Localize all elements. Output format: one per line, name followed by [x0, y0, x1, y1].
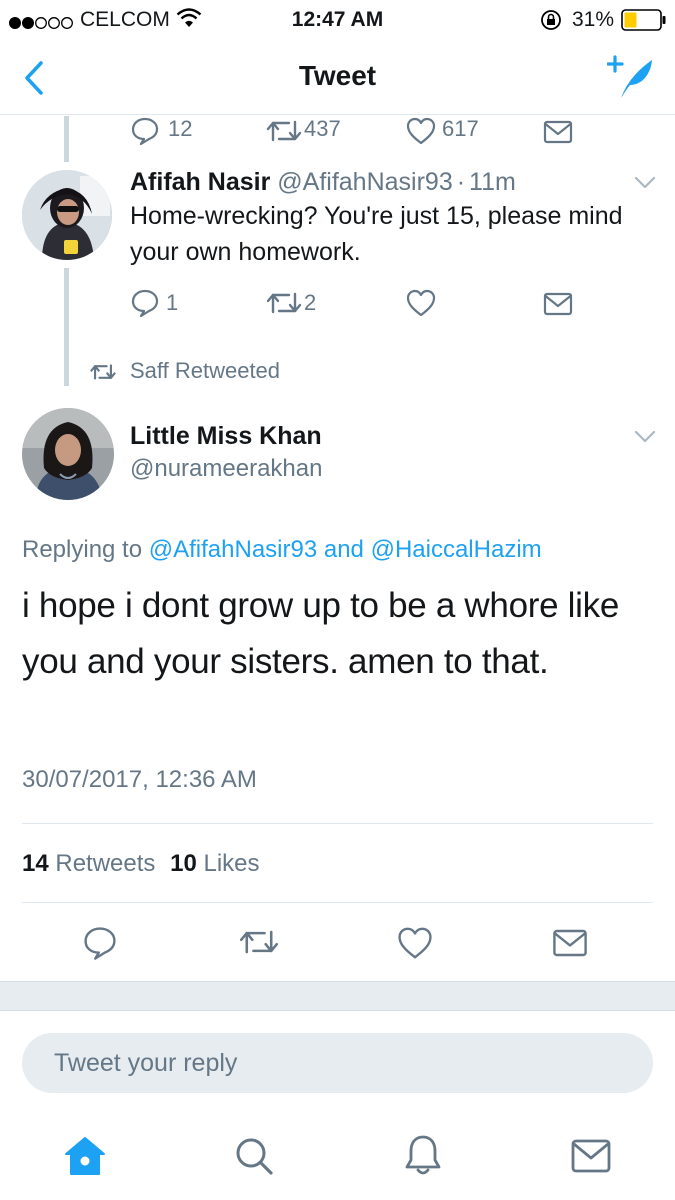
replying-and: and	[317, 536, 371, 563]
reply-count: 12	[168, 116, 193, 141]
avatar[interactable]	[22, 170, 112, 260]
retweet-context: Saff Retweeted	[0, 356, 675, 388]
reply-icon[interactable]	[130, 288, 160, 318]
mail-icon[interactable]	[552, 928, 588, 958]
retweet-total[interactable]: 14	[22, 850, 49, 877]
author-name[interactable]: Little Miss Khan	[130, 422, 322, 451]
replying-to-label: Replying to	[22, 536, 149, 563]
tab-bar	[0, 1112, 675, 1200]
reply-input[interactable]: Tweet your reply	[22, 1033, 653, 1093]
reply-placeholder: Tweet your reply	[54, 1049, 238, 1077]
reply-icon[interactable]	[130, 116, 160, 146]
mail-icon[interactable]	[543, 120, 573, 144]
divider	[22, 902, 653, 903]
bell-icon[interactable]	[404, 1134, 442, 1181]
like-count: 617	[442, 116, 479, 141]
reply-tweet[interactable]: Afifah Nasir @AfifahNasir93 · 11m Home-wre…	[0, 160, 675, 360]
retweet-count: 437	[304, 116, 341, 141]
like-total-label[interactable]: Likes	[203, 850, 259, 877]
like-icon[interactable]	[405, 116, 437, 146]
retweet-icon[interactable]	[266, 290, 302, 316]
tweet-header: Afifah Nasir @AfifahNasir93 · 11m	[130, 168, 516, 197]
separator-dot: ·	[456, 168, 466, 196]
battery-percentage: 31%	[572, 8, 615, 31]
divider	[22, 823, 653, 824]
chevron-down-icon[interactable]	[634, 430, 656, 449]
section-separator	[0, 981, 675, 1011]
mail-icon[interactable]	[543, 292, 573, 316]
retweet-icon[interactable]	[239, 927, 279, 957]
status-bar: CELCOM 12:47 AM 31%	[0, 0, 675, 40]
tweet-timestamp: 30/07/2017, 12:36 AM	[22, 766, 257, 793]
mail-icon[interactable]	[571, 1139, 611, 1178]
compose-tweet-icon[interactable]	[606, 54, 657, 105]
prev-tweet-actions: 12 437 617	[0, 116, 675, 146]
battery-icon	[621, 9, 667, 37]
author-handle[interactable]: @AfifahNasir93	[277, 168, 452, 196]
like-total[interactable]: 10	[170, 850, 197, 877]
retweet-icon[interactable]	[266, 118, 302, 144]
search-icon[interactable]	[234, 1136, 274, 1181]
home-icon[interactable]	[64, 1136, 106, 1181]
mention-link[interactable]: @AfifahNasir93	[149, 536, 317, 563]
reply-count: 1	[166, 290, 179, 315]
avatar[interactable]	[22, 408, 114, 500]
reply-icon[interactable]	[82, 925, 118, 961]
like-icon[interactable]	[396, 925, 434, 961]
replying-to: Replying to @AfifahNasir93 and @HaiccalH…	[22, 536, 542, 564]
retweet-total-label[interactable]: Retweets	[55, 850, 155, 877]
tweet-age: 11m	[469, 168, 516, 196]
page-title: Tweet	[298, 60, 377, 91]
like-icon[interactable]	[405, 288, 437, 318]
mention-link[interactable]: @HaiccalHazim	[371, 536, 542, 563]
retweet-count: 2	[304, 290, 317, 315]
tweet-text: i hope i dont grow up to be a whore like…	[22, 586, 619, 681]
navigation-bar: Tweet	[0, 40, 675, 115]
chevron-down-icon[interactable]	[634, 176, 656, 195]
retweet-icon	[90, 362, 116, 382]
author-handle[interactable]: @nurameerakhan	[130, 455, 322, 483]
orientation-lock-icon	[540, 9, 562, 37]
retweeted-by-label[interactable]: Saff Retweeted	[130, 358, 280, 384]
tweet-text: Home-wrecking? You're just 15, please mi…	[130, 202, 623, 266]
tweet-stats: 14 Retweets 10 Likes	[22, 850, 260, 878]
author-name[interactable]: Afifah Nasir	[130, 168, 270, 196]
